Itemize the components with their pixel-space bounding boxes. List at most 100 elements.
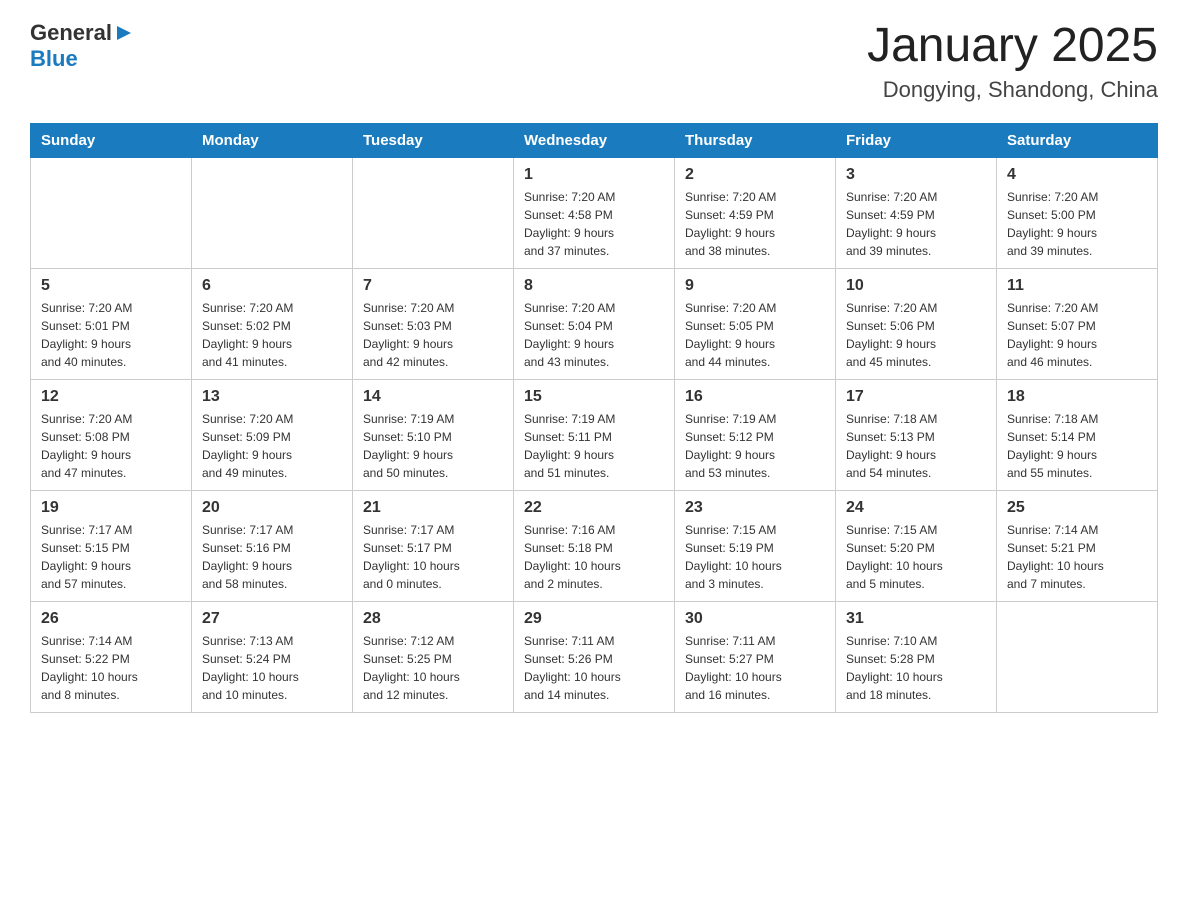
day-info: Sunrise: 7:12 AM Sunset: 5:25 PM Dayligh… xyxy=(363,632,503,704)
logo-flag-icon xyxy=(115,24,133,42)
day-number: 19 xyxy=(41,499,181,517)
day-info: Sunrise: 7:20 AM Sunset: 5:08 PM Dayligh… xyxy=(41,410,181,482)
day-info: Sunrise: 7:20 AM Sunset: 5:00 PM Dayligh… xyxy=(1007,188,1147,260)
calendar-week-row: 19 Sunrise: 7:17 AM Sunset: 5:15 PM Dayli… xyxy=(31,490,1158,601)
calendar-cell: 21 Sunrise: 7:17 AM Sunset: 5:17 PM Dayli… xyxy=(353,490,514,601)
day-number: 14 xyxy=(363,388,503,406)
calendar-day-header: Tuesday xyxy=(353,123,514,157)
day-info: Sunrise: 7:20 AM Sunset: 5:03 PM Dayligh… xyxy=(363,299,503,371)
calendar-cell: 22 Sunrise: 7:16 AM Sunset: 5:18 PM Dayli… xyxy=(514,490,675,601)
day-number: 8 xyxy=(524,277,664,295)
calendar-day-header: Friday xyxy=(836,123,997,157)
calendar-cell: 28Sunrise: 7:12 AM Sunset: 5:25 PM Dayli… xyxy=(353,601,514,712)
page-header: General Blue January 2025 Dongying, Shan… xyxy=(30,20,1158,103)
day-info: Sunrise: 7:20 AM Sunset: 4:59 PM Dayligh… xyxy=(846,188,986,260)
calendar-day-header: Wednesday xyxy=(514,123,675,157)
logo-general-text: General xyxy=(30,20,112,46)
day-info: Sunrise: 7:10 AM Sunset: 5:28 PM Dayligh… xyxy=(846,632,986,704)
day-info: Sunrise: 7:20 AM Sunset: 5:06 PM Dayligh… xyxy=(846,299,986,371)
day-number: 4 xyxy=(1007,166,1147,184)
day-number: 1 xyxy=(524,166,664,184)
calendar-cell: 19 Sunrise: 7:17 AM Sunset: 5:15 PM Dayli… xyxy=(31,490,192,601)
calendar-cell: 25 Sunrise: 7:14 AM Sunset: 5:21 PM Dayli… xyxy=(997,490,1158,601)
day-info: Sunrise: 7:20 AM Sunset: 5:05 PM Dayligh… xyxy=(685,299,825,371)
calendar-cell: 8Sunrise: 7:20 AM Sunset: 5:04 PM Daylig… xyxy=(514,268,675,379)
day-number: 26 xyxy=(41,610,181,628)
calendar-cell: 2Sunrise: 7:20 AM Sunset: 4:59 PM Daylig… xyxy=(675,157,836,268)
calendar-cell: 10 Sunrise: 7:20 AM Sunset: 5:06 PM Dayli… xyxy=(836,268,997,379)
calendar-cell: 23 Sunrise: 7:15 AM Sunset: 5:19 PM Dayli… xyxy=(675,490,836,601)
day-info: Sunrise: 7:20 AM Sunset: 5:02 PM Dayligh… xyxy=(202,299,342,371)
calendar-cell: 14 Sunrise: 7:19 AM Sunset: 5:10 PM Dayli… xyxy=(353,379,514,490)
title-block: January 2025 Dongying, Shandong, China xyxy=(867,20,1158,103)
day-number: 31 xyxy=(846,610,986,628)
calendar-cell: 15Sunrise: 7:19 AM Sunset: 5:11 PM Dayli… xyxy=(514,379,675,490)
calendar-cell: 20Sunrise: 7:17 AM Sunset: 5:16 PM Dayli… xyxy=(192,490,353,601)
calendar-cell: 16 Sunrise: 7:19 AM Sunset: 5:12 PM Dayli… xyxy=(675,379,836,490)
day-info: Sunrise: 7:20 AM Sunset: 5:09 PM Dayligh… xyxy=(202,410,342,482)
calendar-day-header: Sunday xyxy=(31,123,192,157)
day-number: 18 xyxy=(1007,388,1147,406)
day-number: 12 xyxy=(41,388,181,406)
day-number: 21 xyxy=(363,499,503,517)
day-info: Sunrise: 7:20 AM Sunset: 5:07 PM Dayligh… xyxy=(1007,299,1147,371)
calendar-week-row: 5 Sunrise: 7:20 AM Sunset: 5:01 PM Daylig… xyxy=(31,268,1158,379)
day-info: Sunrise: 7:11 AM Sunset: 5:27 PM Dayligh… xyxy=(685,632,825,704)
calendar-cell: 27Sunrise: 7:13 AM Sunset: 5:24 PM Dayli… xyxy=(192,601,353,712)
calendar-cell: 26Sunrise: 7:14 AM Sunset: 5:22 PM Dayli… xyxy=(31,601,192,712)
day-info: Sunrise: 7:18 AM Sunset: 5:13 PM Dayligh… xyxy=(846,410,986,482)
day-info: Sunrise: 7:18 AM Sunset: 5:14 PM Dayligh… xyxy=(1007,410,1147,482)
calendar-cell: 11 Sunrise: 7:20 AM Sunset: 5:07 PM Dayli… xyxy=(997,268,1158,379)
calendar-cell xyxy=(353,157,514,268)
day-number: 3 xyxy=(846,166,986,184)
calendar-cell: 7 Sunrise: 7:20 AM Sunset: 5:03 PM Daylig… xyxy=(353,268,514,379)
day-info: Sunrise: 7:17 AM Sunset: 5:15 PM Dayligh… xyxy=(41,521,181,593)
calendar-day-header: Monday xyxy=(192,123,353,157)
day-info: Sunrise: 7:20 AM Sunset: 4:58 PM Dayligh… xyxy=(524,188,664,260)
month-title: January 2025 xyxy=(867,20,1158,73)
day-info: Sunrise: 7:20 AM Sunset: 5:01 PM Dayligh… xyxy=(41,299,181,371)
day-info: Sunrise: 7:19 AM Sunset: 5:12 PM Dayligh… xyxy=(685,410,825,482)
day-number: 15 xyxy=(524,388,664,406)
day-number: 9 xyxy=(685,277,825,295)
day-number: 20 xyxy=(202,499,342,517)
calendar-cell: 24 Sunrise: 7:15 AM Sunset: 5:20 PM Dayli… xyxy=(836,490,997,601)
day-info: Sunrise: 7:16 AM Sunset: 5:18 PM Dayligh… xyxy=(524,521,664,593)
calendar-cell: 3 Sunrise: 7:20 AM Sunset: 4:59 PM Daylig… xyxy=(836,157,997,268)
day-info: Sunrise: 7:11 AM Sunset: 5:26 PM Dayligh… xyxy=(524,632,664,704)
calendar-cell: 4 Sunrise: 7:20 AM Sunset: 5:00 PM Daylig… xyxy=(997,157,1158,268)
calendar-cell: 12 Sunrise: 7:20 AM Sunset: 5:08 PM Dayli… xyxy=(31,379,192,490)
calendar-cell: 29 Sunrise: 7:11 AM Sunset: 5:26 PM Dayli… xyxy=(514,601,675,712)
day-info: Sunrise: 7:13 AM Sunset: 5:24 PM Dayligh… xyxy=(202,632,342,704)
day-info: Sunrise: 7:17 AM Sunset: 5:17 PM Dayligh… xyxy=(363,521,503,593)
calendar-week-row: 1 Sunrise: 7:20 AM Sunset: 4:58 PM Daylig… xyxy=(31,157,1158,268)
day-info: Sunrise: 7:15 AM Sunset: 5:19 PM Dayligh… xyxy=(685,521,825,593)
calendar-cell: 17 Sunrise: 7:18 AM Sunset: 5:13 PM Dayli… xyxy=(836,379,997,490)
logo: General Blue xyxy=(30,20,133,72)
day-number: 29 xyxy=(524,610,664,628)
day-number: 24 xyxy=(846,499,986,517)
day-number: 17 xyxy=(846,388,986,406)
day-info: Sunrise: 7:14 AM Sunset: 5:21 PM Dayligh… xyxy=(1007,521,1147,593)
calendar-cell: 31 Sunrise: 7:10 AM Sunset: 5:28 PM Dayli… xyxy=(836,601,997,712)
day-number: 7 xyxy=(363,277,503,295)
day-number: 2 xyxy=(685,166,825,184)
calendar-cell: 6 Sunrise: 7:20 AM Sunset: 5:02 PM Daylig… xyxy=(192,268,353,379)
day-number: 6 xyxy=(202,277,342,295)
day-number: 10 xyxy=(846,277,986,295)
location-subtitle: Dongying, Shandong, China xyxy=(867,77,1158,103)
logo-blue-text: Blue xyxy=(30,46,78,72)
day-number: 25 xyxy=(1007,499,1147,517)
day-number: 23 xyxy=(685,499,825,517)
day-number: 16 xyxy=(685,388,825,406)
day-number: 5 xyxy=(41,277,181,295)
calendar-day-header: Saturday xyxy=(997,123,1158,157)
day-number: 22 xyxy=(524,499,664,517)
calendar-week-row: 26Sunrise: 7:14 AM Sunset: 5:22 PM Dayli… xyxy=(31,601,1158,712)
day-info: Sunrise: 7:15 AM Sunset: 5:20 PM Dayligh… xyxy=(846,521,986,593)
day-info: Sunrise: 7:19 AM Sunset: 5:10 PM Dayligh… xyxy=(363,410,503,482)
day-number: 11 xyxy=(1007,277,1147,295)
day-number: 30 xyxy=(685,610,825,628)
calendar-table: SundayMondayTuesdayWednesdayThursdayFrid… xyxy=(30,123,1158,713)
calendar-day-header: Thursday xyxy=(675,123,836,157)
